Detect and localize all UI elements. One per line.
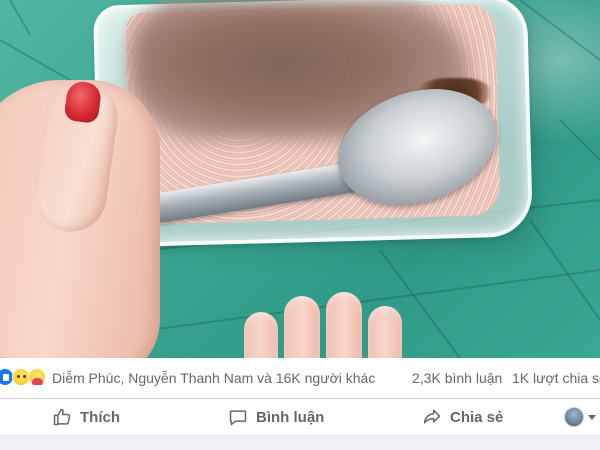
chevron-down-icon [588, 414, 596, 420]
post-photo[interactable] [0, 0, 600, 358]
care-reaction-icon [28, 368, 46, 386]
finger [284, 296, 320, 358]
react-as-selector[interactable] [564, 407, 596, 427]
share-arrow-icon [423, 409, 441, 424]
shares-count-link[interactable]: 1K lượt chia sẻ [512, 370, 600, 386]
finger [244, 312, 278, 358]
reactors-link[interactable]: Diễm Phúc, Nguyễn Thanh Nam và 16K người… [52, 370, 375, 386]
post-actions: Thích Bình luận Chia sẻ [0, 399, 600, 435]
share-button[interactable]: Chia sẻ [422, 399, 503, 435]
reactions-summary: Diễm Phúc, Nguyễn Thanh Nam và 16K người… [0, 358, 600, 398]
thumbs-up-icon [53, 408, 71, 426]
comment-label: Bình luận [256, 408, 325, 426]
reaction-icons[interactable] [0, 368, 46, 388]
finger [326, 292, 362, 358]
like-button[interactable]: Thích [52, 399, 120, 435]
comments-count-link[interactable]: 2,3K bình luận [412, 370, 502, 386]
like-label: Thích [80, 408, 120, 426]
comment-button[interactable]: Bình luận [228, 399, 324, 435]
avatar [564, 407, 584, 427]
open-hand [240, 272, 420, 358]
feed-background [0, 435, 600, 450]
comment-bubble-icon [229, 410, 247, 426]
finger [368, 306, 402, 358]
share-label: Chia sẻ [450, 408, 504, 426]
